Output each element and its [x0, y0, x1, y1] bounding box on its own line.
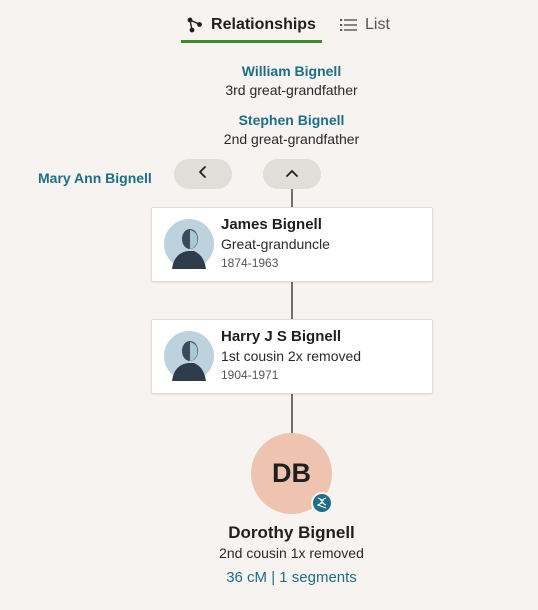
chevron-left-icon [198, 165, 208, 184]
person-dates: 1904-1971 [221, 368, 279, 382]
match-name: Dorothy Bignell [228, 523, 355, 542]
person-silhouette-icon [164, 331, 214, 381]
chevron-up-icon [285, 165, 299, 183]
connector-line [291, 282, 293, 320]
shared-dna-link[interactable]: 36 cM | 1 segments [0, 569, 538, 586]
ancestor-item: William Bignell 3rd great-grandfather [0, 63, 538, 98]
ancestor-name-link[interactable]: William Bignell [0, 63, 538, 79]
tree-nodes-icon [187, 17, 203, 33]
person-info: Harry J S Bignell 1st cousin 2x removed … [221, 328, 361, 382]
tab-relationships-label: Relationships [211, 15, 316, 33]
person-card[interactable]: James Bignell Great-granduncle 1874-1963 [151, 207, 433, 282]
tab-relationships[interactable]: Relationships [181, 8, 322, 43]
previous-sibling-button[interactable] [174, 159, 232, 189]
person-dates: 1874-1963 [221, 256, 279, 270]
view-tabs: Relationships List [0, 0, 538, 44]
ancestor-name-link[interactable]: Stephen Bignell [0, 112, 538, 128]
connector-line [291, 189, 293, 208]
list-icon [340, 18, 357, 32]
dna-icon [311, 492, 333, 514]
match-relationship: 2nd cousin 1x removed [219, 545, 364, 561]
relationship-path-view: Relationships List William Bignell 3rd g… [0, 0, 538, 610]
person-name: Harry J S Bignell [221, 328, 342, 345]
tab-list[interactable]: List [340, 8, 390, 41]
person-silhouette-icon [164, 219, 214, 269]
sibling-name-link[interactable]: Mary Ann Bignell [38, 170, 152, 186]
match-initials: DB [272, 458, 311, 488]
person-info: James Bignell Great-granduncle 1874-1963 [221, 216, 330, 270]
connector-line [291, 393, 293, 433]
person-name: James Bignell [221, 216, 322, 233]
go-up-generation-button[interactable] [263, 159, 321, 189]
person-relationship: 1st cousin 2x removed [221, 348, 362, 364]
tab-list-label: List [365, 15, 390, 33]
person-relationship: Great-granduncle [221, 236, 330, 252]
ancestor-relationship: 2nd great-grandfather [223, 131, 360, 147]
ancestor-relationship: 3rd great-grandfather [225, 82, 358, 98]
person-card[interactable]: Harry J S Bignell 1st cousin 2x removed … [151, 319, 433, 394]
ancestor-item: Stephen Bignell 2nd great-grandfather [0, 112, 538, 147]
